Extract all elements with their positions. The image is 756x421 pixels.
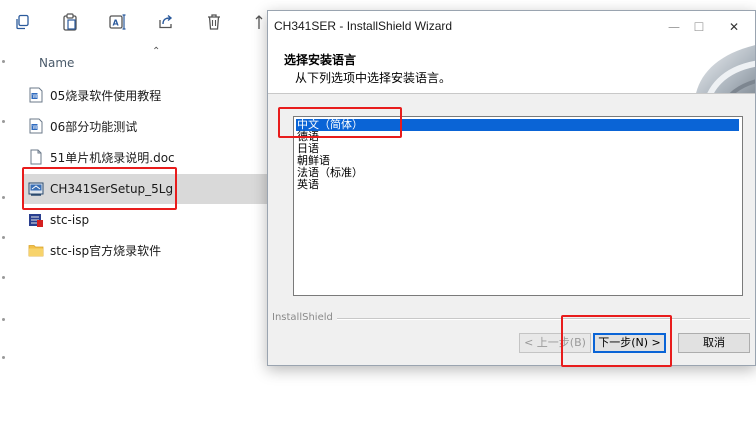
navigation-pane-edge [0,46,10,421]
close-icon[interactable]: ✕ [723,17,745,37]
wizard-header: 选择安装语言 从下列选项中选择安装语言。 [268,43,755,94]
rename-icon[interactable]: A [108,12,128,32]
dialog-title: CH341SER - InstallShield Wizard [274,19,453,33]
cancel-button[interactable]: 取消 [678,333,750,353]
annotation-highlight-language [278,107,402,138]
file-name: stc-isp [50,213,90,227]
file-row[interactable]: stc-isp官方烧录软件 [24,235,270,265]
svg-text:W: W [33,94,38,100]
file-name: 06部分功能测试 [50,119,138,134]
language-option[interactable]: 英语 [296,179,739,191]
file-row[interactable]: W 06部分功能测试 [24,111,270,141]
document-icon: W [28,87,44,103]
file-row[interactable]: W 05烧录软件使用教程 [24,80,270,110]
paste-icon[interactable] [60,12,80,32]
wizard-step-subtitle: 从下列选项中选择安装语言。 [295,71,452,85]
language-option[interactable]: 法语（标准） [296,167,739,179]
file-name: stc-isp官方烧录软件 [50,243,162,258]
sort-ascending-icon: ⌃ [152,46,161,57]
annotation-highlight-next [561,315,672,367]
language-listbox[interactable]: 中文（简体） 德语 日语 朝鲜语 法语（标准） 英语 [293,116,743,296]
app-icon [28,212,44,228]
installshield-brand: InstallShield [272,312,337,323]
column-header-label: Name [39,56,75,70]
svg-text:A: A [113,19,120,28]
copy-icon[interactable] [12,12,32,32]
file-name: 05烧录软件使用教程 [50,88,162,103]
explorer-toolbar: A [0,0,270,46]
minimize-icon[interactable]: — [663,17,685,37]
maximize-icon[interactable]: ☐ [688,17,710,37]
wizard-step-title: 选择安装语言 [284,53,357,67]
document-icon: W [28,118,44,134]
blank-file-icon [28,149,44,165]
dialog-titlebar[interactable]: CH341SER - InstallShield Wizard — ☐ ✕ [268,11,755,43]
svg-text:W: W [33,125,38,131]
share-icon[interactable] [156,12,176,32]
file-name: 51单片机烧录说明.doc [50,150,175,165]
sort-icon[interactable] [254,12,268,32]
installshield-graphic-icon [665,43,755,93]
folder-icon [28,242,44,258]
installshield-dialog: CH341SER - InstallShield Wizard — ☐ ✕ 选择… [267,10,756,366]
delete-icon[interactable] [204,12,224,32]
annotation-highlight-installer [22,167,177,210]
column-header-name[interactable]: ⌃ Name [28,46,268,76]
brand-divider [330,318,750,320]
language-option[interactable]: 日语 [296,143,739,155]
